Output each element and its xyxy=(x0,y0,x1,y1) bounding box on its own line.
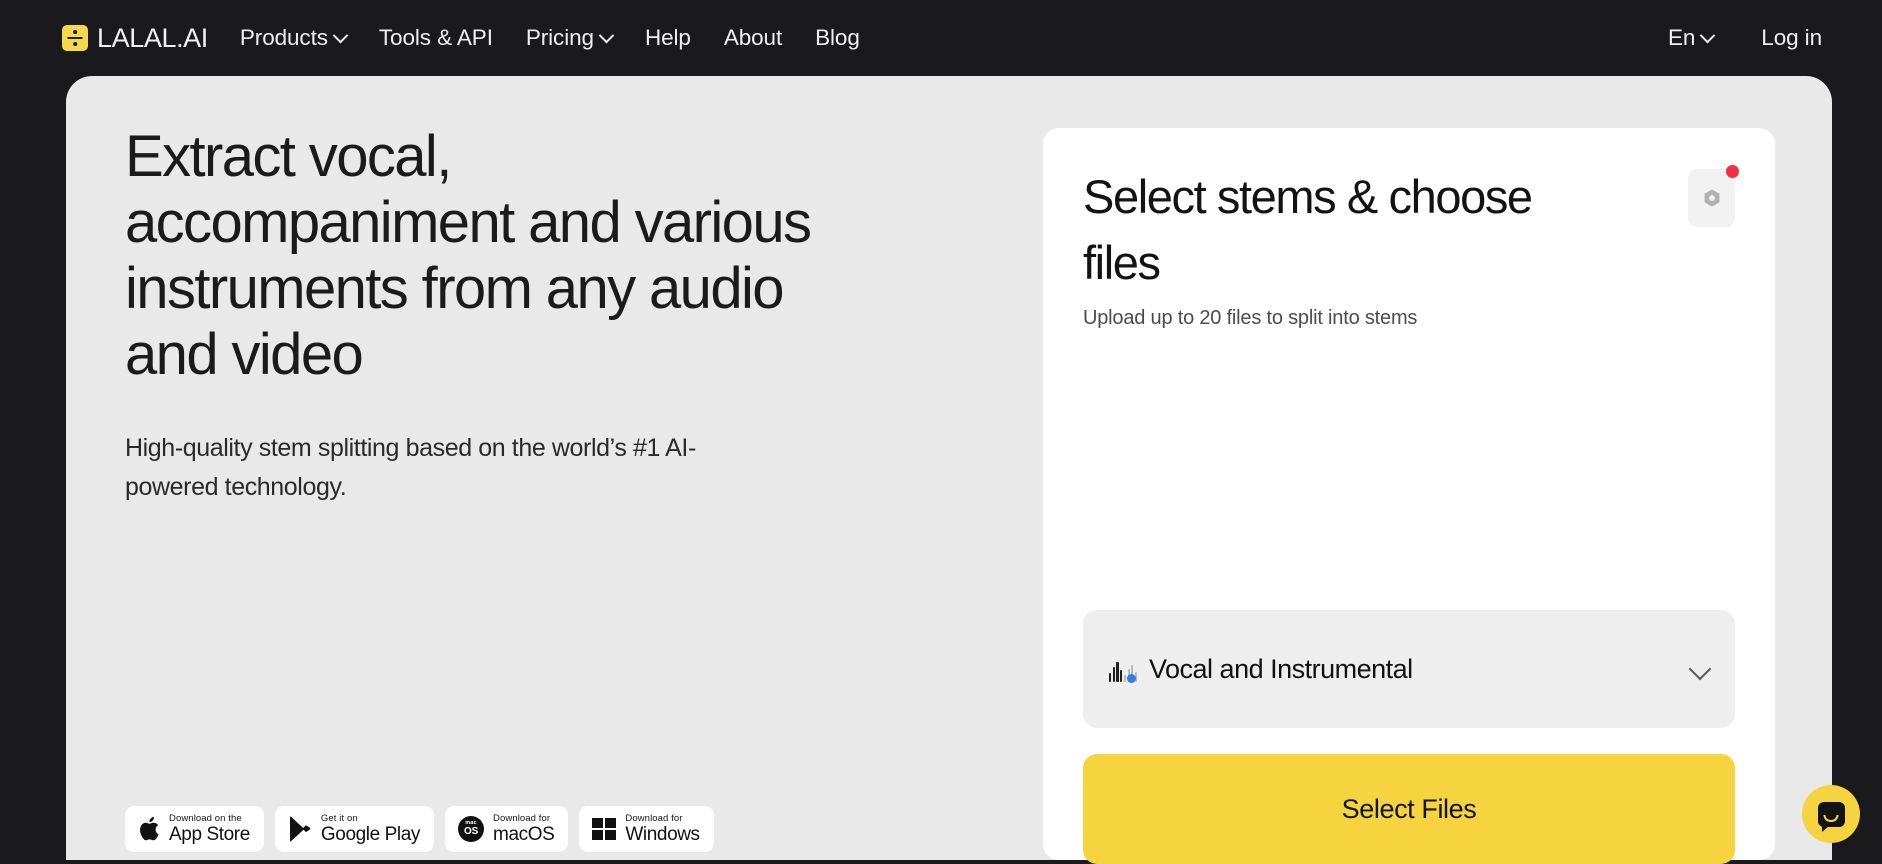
stem-selector[interactable]: Vocal and Instrumental xyxy=(1083,610,1735,728)
badge-app-store[interactable]: Download on the App Store xyxy=(125,806,264,852)
nav-label: Tools & API xyxy=(379,25,493,51)
chevron-down-icon xyxy=(599,27,615,43)
apple-icon xyxy=(138,816,160,842)
chevron-down-icon xyxy=(333,27,349,43)
chat-bubble-icon xyxy=(1818,802,1845,827)
upload-header-text: Select stems & choose files Upload up to… xyxy=(1083,164,1553,330)
badge-google-play[interactable]: Get it on Google Play xyxy=(275,806,434,852)
nav-label: Help xyxy=(645,25,691,51)
nav-right-group: En Log in xyxy=(1668,25,1822,51)
nav-item-about[interactable]: About xyxy=(724,25,782,51)
badge-macos[interactable]: macOS Download for macOS xyxy=(445,806,568,852)
select-files-button[interactable]: Select Files xyxy=(1083,754,1735,864)
badge-small-label: Download for xyxy=(493,814,554,824)
google-play-icon xyxy=(288,816,312,842)
nav-label: Pricing xyxy=(526,25,594,51)
chevron-down-icon xyxy=(1689,658,1712,681)
badge-text: Get it on Google Play xyxy=(321,814,420,845)
language-selector[interactable]: En xyxy=(1668,25,1713,51)
badge-big-label: macOS xyxy=(493,825,554,844)
badge-big-label: App Store xyxy=(169,825,250,844)
language-label: En xyxy=(1668,25,1695,51)
brand-logo[interactable]: LALAL.AI xyxy=(62,23,208,54)
windows-icon xyxy=(592,818,616,841)
page-title: Extract vocal, accompaniment and various… xyxy=(125,124,845,388)
badge-text: Download for Windows xyxy=(625,814,699,845)
login-label: Log in xyxy=(1761,25,1822,51)
nav-item-tools-api[interactable]: Tools & API xyxy=(379,25,493,51)
nav-label: Blog xyxy=(815,25,860,51)
hero-text-block: Extract vocal, accompaniment and various… xyxy=(125,124,845,507)
nav-item-pricing[interactable]: Pricing xyxy=(526,25,612,51)
brand-name: LALAL.AI xyxy=(97,23,208,54)
nav-item-products[interactable]: Products xyxy=(240,25,346,51)
badge-text: Download on the App Store xyxy=(169,814,250,845)
chevron-down-icon xyxy=(1700,27,1716,43)
store-badges: Download on the App Store Get it on Goog… xyxy=(125,806,714,852)
top-navigation-bar: LALAL.AI Products Tools & API Pricing He… xyxy=(0,0,1882,76)
gear-nut-icon xyxy=(1701,187,1723,209)
badge-big-label: Windows xyxy=(625,825,699,844)
badge-small-label: Download on the xyxy=(169,814,250,824)
upload-subtitle: Upload up to 20 files to split into stem… xyxy=(1083,307,1553,330)
settings-button[interactable] xyxy=(1688,169,1735,227)
badge-small-label: Get it on xyxy=(321,814,420,824)
nav-label: About xyxy=(724,25,782,51)
waveform-icon xyxy=(1109,656,1137,682)
upload-header: Select stems & choose files Upload up to… xyxy=(1083,164,1735,330)
badge-small-label: Download for xyxy=(625,814,699,824)
nav-links: Products Tools & API Pricing Help About … xyxy=(240,25,860,51)
nav-item-help[interactable]: Help xyxy=(645,25,691,51)
badge-big-label: Google Play xyxy=(321,825,420,844)
chat-widget-button[interactable] xyxy=(1802,785,1860,843)
nav-item-blog[interactable]: Blog xyxy=(815,25,860,51)
badge-text: Download for macOS xyxy=(493,814,554,845)
macos-icon: macOS xyxy=(458,816,484,842)
login-link[interactable]: Log in xyxy=(1761,25,1822,51)
upload-panel: Select stems & choose files Upload up to… xyxy=(1043,128,1775,860)
badge-windows[interactable]: Download for Windows xyxy=(579,806,713,852)
division-logo-icon xyxy=(62,25,88,51)
nav-label: Products xyxy=(240,25,328,51)
notification-dot-badge xyxy=(1726,165,1739,178)
upload-title: Select stems & choose files xyxy=(1083,164,1553,296)
stem-selector-value: Vocal and Instrumental xyxy=(1149,654,1413,685)
hero-subtitle: High-quality stem splitting based on the… xyxy=(125,429,705,507)
